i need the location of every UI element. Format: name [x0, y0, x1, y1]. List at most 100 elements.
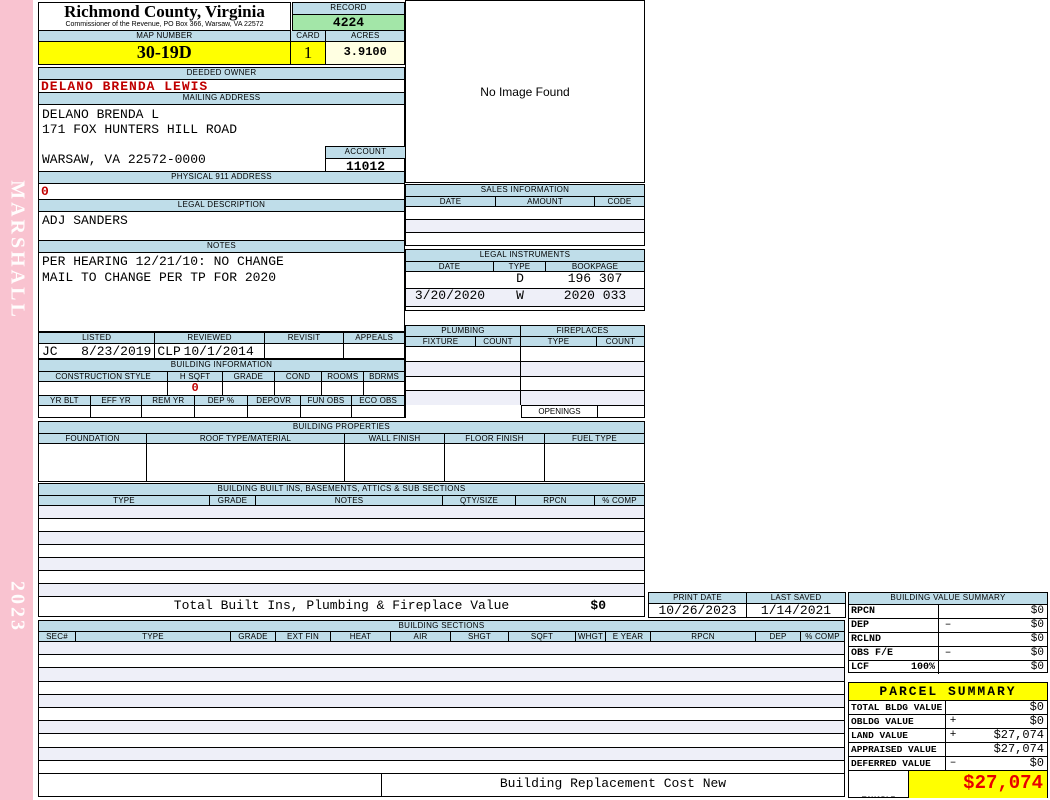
county-title: Richmond County, Virginia [64, 2, 265, 21]
acres-value: 3.9100 [326, 42, 405, 64]
legal-instruments-label: LEGAL INSTRUMENTS [406, 250, 644, 262]
sec-col-label: SEC# [39, 632, 76, 642]
mailing-address-label: MAILING ADDRESS [39, 93, 404, 105]
building-information-section: BUILDING INFORMATION CONSTRUCTION STYLE … [38, 359, 405, 418]
empty-row [39, 720, 844, 734]
instrument-date: 3/20/2020 [414, 288, 486, 304]
bvs-row-value: $0 [1030, 661, 1044, 673]
bdrms-label: BDRMS [364, 372, 404, 382]
depovr-value [248, 406, 301, 417]
empty-row [406, 375, 520, 391]
fireplace-rows [521, 347, 644, 405]
remyr-label: REM YR [142, 396, 196, 406]
bvs-row-value: $0 [1030, 647, 1044, 659]
parcel-row-op: + [949, 715, 957, 727]
builtin-comp-label: % COMP [595, 496, 644, 506]
empty-row [39, 759, 844, 774]
rooms-label: ROOMS [322, 372, 365, 382]
sec-col-label: TYPE [76, 632, 231, 642]
map-card-acres-box: MAP NUMBER CARD ACRES 30-19D 1 3.9100 [38, 31, 405, 65]
built-ins-section: BUILDING BUILT INS, BASEMENTS, ATTICS & … [38, 483, 645, 617]
parcel-row: LAND VALUE + $27,074 [849, 728, 1047, 742]
bvs-row: RPCN $0 [849, 605, 1047, 618]
legal-description-label: LEGAL DESCRIPTION [39, 200, 404, 212]
bvs-row-label: DEP [849, 619, 939, 632]
map-number-value: 30-19D [39, 42, 291, 64]
notes-label: NOTES [39, 241, 404, 253]
fuel-type-value [545, 444, 644, 481]
account-label: ACCOUNT [326, 147, 405, 159]
legal-instruments-section: LEGAL INSTRUMENTS DATE TYPE BOOKPAGE D 1… [405, 249, 645, 311]
taxable-row: TAXABLE VALUE $27,074 [849, 770, 1047, 798]
plumbing-label: PLUMBING [406, 326, 521, 337]
builtin-grade-label: GRADE [210, 496, 256, 506]
acres-label: ACRES [326, 31, 405, 42]
grade-value [223, 382, 275, 395]
bvs-row-label: RPCN [849, 605, 939, 618]
empty-row [39, 544, 644, 557]
parcel-row-op: – [949, 757, 957, 769]
map-number-label: MAP NUMBER [39, 31, 291, 42]
legal-description-section: LEGAL DESCRIPTION ADJ SANDERS [38, 200, 405, 241]
deeded-owner-value: DELANO BRENDA LEWIS [41, 79, 209, 94]
built-ins-total-label: Total Built Ins, Plumbing & Fireplace Va… [173, 598, 510, 613]
county-header-box: Richmond County, Virginia Commissioner o… [38, 2, 291, 31]
empty-row [39, 680, 844, 694]
empty-row [39, 642, 844, 655]
empty-row [39, 667, 844, 681]
building-replacement-cost-label: Building Replacement Cost New [499, 776, 727, 792]
parcel-row: DEFERRED VALUE – $0 [849, 756, 1047, 770]
empty-row [521, 360, 644, 376]
ecoobs-value [352, 406, 404, 417]
fixture-count-label: COUNT [476, 337, 521, 347]
bvs-row: OBS F/E – $0 [849, 646, 1047, 660]
print-date-label: PRINT DATE [649, 593, 747, 604]
construction-style-value [39, 382, 169, 395]
parcel-summary-label: PARCEL SUMMARY [849, 683, 1047, 701]
instrument-date-label: DATE [406, 262, 494, 272]
empty-row [39, 654, 844, 668]
taxable-label-line1: TAXABLE [849, 795, 908, 798]
building-sections-section: BUILDING SECTIONS SEC# TYPE GRADE EXT FI… [38, 620, 845, 797]
construction-style-label: CONSTRUCTION STYLE [39, 372, 169, 382]
last-saved-label: LAST SAVED [747, 593, 845, 604]
reviewed-by: CLP [157, 344, 181, 359]
sec-col-label: GRADE [231, 632, 276, 642]
plumbing-fireplaces-section: PLUMBING FIREPLACES FIXTURE COUNT TYPE C… [405, 325, 645, 418]
print-date-value: 10/26/2023 [649, 604, 747, 618]
property-record-card: { "sidebar": { "vendor": "MARSHALL", "ye… [0, 0, 1050, 800]
parcel-row-op [946, 701, 960, 714]
built-ins-total-value: $0 [590, 598, 606, 613]
building-properties-label: BUILDING PROPERTIES [39, 422, 644, 434]
parcel-row: APPRAISED VALUE $27,074 [849, 742, 1047, 756]
notes-line-1: PER HEARING 12/21/10: NO CHANGE [42, 254, 284, 269]
builtin-notes-label: NOTES [256, 496, 443, 506]
bvs-row-op: – [944, 619, 952, 631]
floor-finish-value [445, 444, 545, 481]
building-properties-section: BUILDING PROPERTIES FOUNDATION ROOF TYPE… [38, 421, 645, 482]
image-panel: No Image Found [405, 0, 645, 183]
parcel-row-label: OBLDG VALUE [849, 715, 946, 728]
appeals-label: APPEALS [344, 333, 404, 344]
empty-row [39, 707, 844, 721]
instrument-row: 3/20/2020 W 2020 033 [406, 288, 644, 306]
built-ins-label: BUILDING BUILT INS, BASEMENTS, ATTICS & … [39, 484, 644, 496]
sections-footer-left [39, 774, 382, 797]
review-section: LISTED REVIEWED REVISIT APPEALS JC 8/23/… [38, 332, 405, 359]
bvs-row-label: RCLND [849, 633, 939, 646]
effyr-label: EFF YR [90, 396, 143, 406]
parcel-row-value: $0 [1029, 756, 1044, 770]
building-value-summary-label: BUILDING VALUE SUMMARY [849, 593, 1047, 605]
parcel-row-op: + [949, 729, 957, 741]
fireplace-type-label: TYPE [521, 337, 597, 347]
hsqft-label: H SQFT [168, 372, 223, 382]
empty-row [39, 746, 844, 760]
empty-row [39, 557, 644, 570]
record-box: RECORD 4224 [292, 2, 405, 31]
bvs-row: LCF 100% $0 [849, 660, 1047, 674]
deppct-value [195, 406, 248, 417]
mailing-line-2: 171 FOX HUNTERS HILL ROAD [42, 122, 238, 137]
physical-address-section: PHYSICAL 911 ADDRESS 0 [38, 172, 405, 200]
sales-information-label: SALES INFORMATION [406, 185, 644, 197]
sec-col-label: RPCN [651, 632, 756, 642]
